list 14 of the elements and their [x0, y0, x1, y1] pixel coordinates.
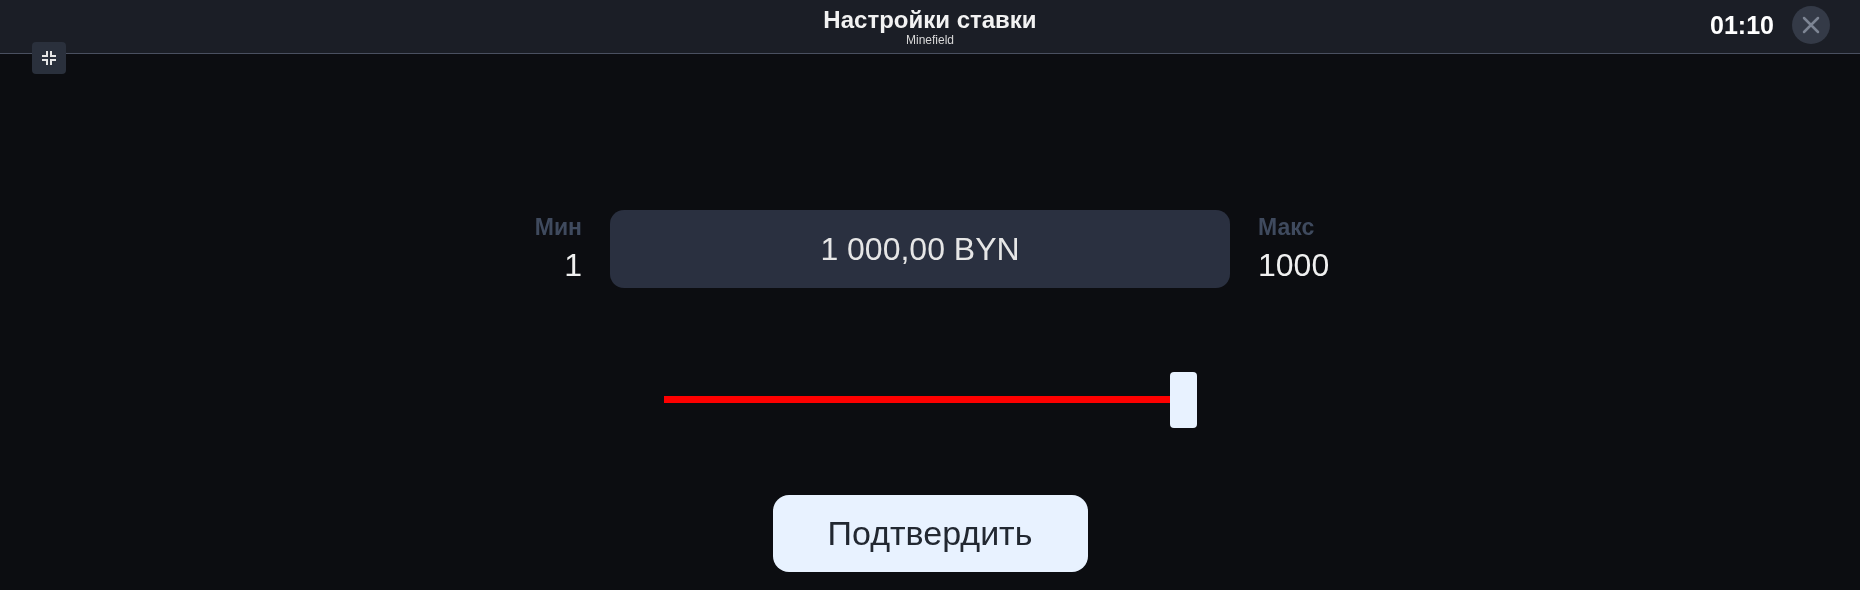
max-label: Макс: [1258, 214, 1315, 241]
amount-field[interactable]: 1 000,00 BYN: [610, 210, 1230, 288]
window-title: Настройки ставки: [823, 6, 1037, 33]
timer: 01:10: [1710, 10, 1774, 40]
confirm-button[interactable]: Подтвердить: [772, 495, 1088, 572]
close-button[interactable]: [1792, 6, 1830, 44]
slider-thumb[interactable]: [1169, 372, 1197, 428]
min-value: 1: [564, 247, 582, 284]
min-label: Мин: [534, 214, 582, 241]
max-value: 1000: [1258, 247, 1330, 284]
close-icon: [1801, 15, 1821, 35]
collapse-icon: [41, 50, 57, 66]
collapse-button[interactable]: [32, 42, 66, 74]
game-subtitle: Minefield: [906, 32, 954, 47]
